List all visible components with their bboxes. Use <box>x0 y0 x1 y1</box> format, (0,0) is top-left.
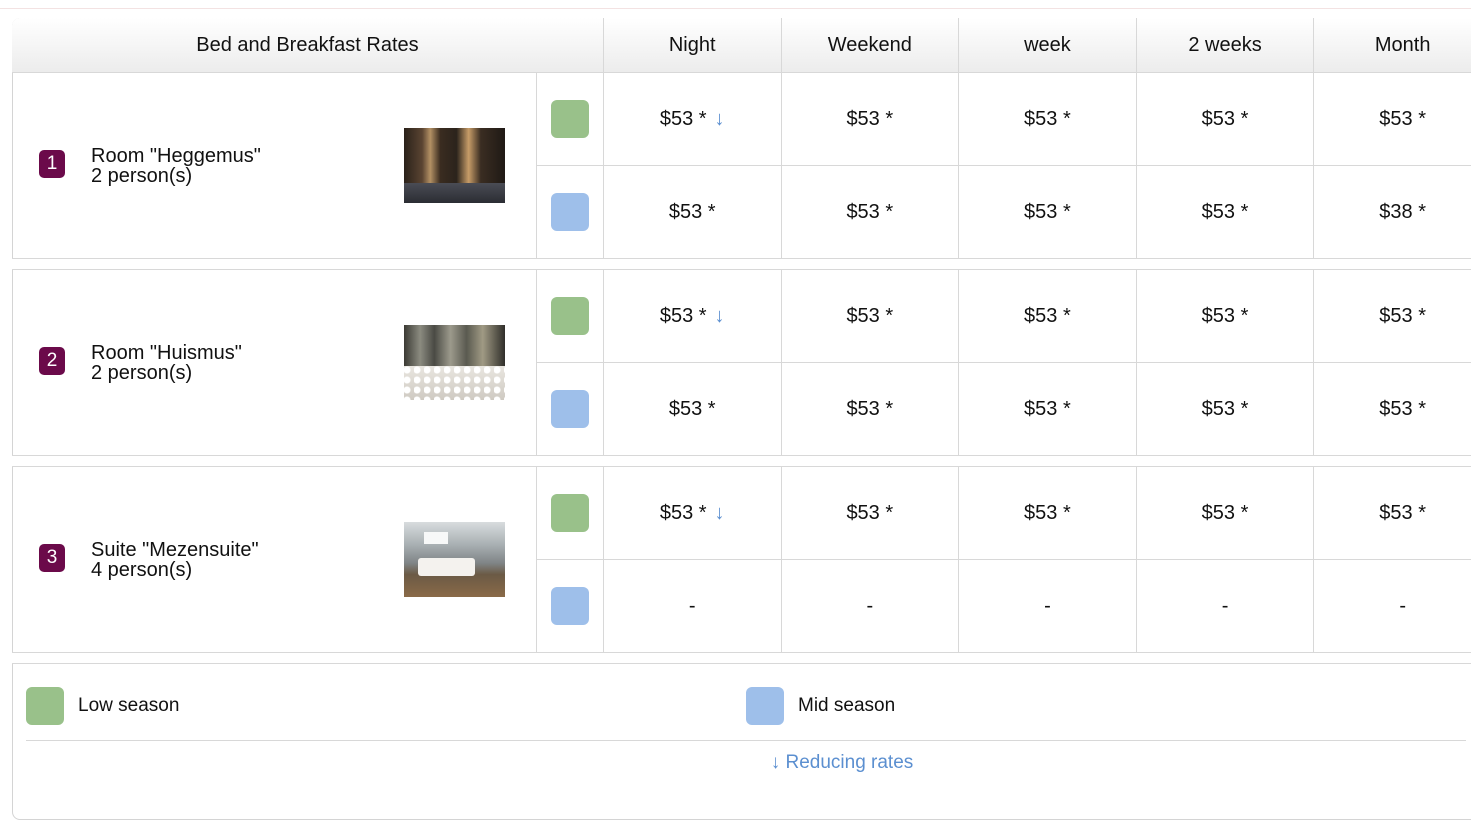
price-cell: $53 * <box>602 165 782 259</box>
reducing-arrow-icon: ↓ <box>714 501 725 524</box>
price-cell: $53 * <box>958 466 1137 560</box>
price-cell: $53 * <box>780 72 960 166</box>
mid-season-swatch <box>551 193 590 231</box>
season-cell <box>536 559 604 653</box>
price-cell: $38 * <box>1313 165 1471 259</box>
top-divider <box>0 0 1471 9</box>
reducing-arrow-icon: ↓ <box>714 107 725 130</box>
price-cell: $53 * <box>958 362 1137 456</box>
price-cell: - <box>1135 559 1315 653</box>
season-legend: Low season Mid season <box>26 686 1466 726</box>
price-cell: $53 * <box>958 165 1137 259</box>
price-cell: $53 * <box>1135 72 1315 166</box>
low-season-label: Low season <box>78 695 180 716</box>
table-title: Bed and Breakfast Rates <box>12 18 604 73</box>
mid-season-swatch <box>746 687 784 725</box>
mid-season-swatch <box>551 390 590 428</box>
price-cell: - <box>1313 559 1471 653</box>
rates-table: Bed and Breakfast Rates Night Weekend we… <box>12 18 1471 664</box>
legend-low-season: Low season <box>26 686 179 726</box>
room-photo-heggemus[interactable] <box>404 127 505 203</box>
price-cell: $53 * <box>1313 466 1471 560</box>
price-cell: $53 * <box>1135 362 1315 456</box>
row-spacer <box>12 455 1471 467</box>
price-cell: - <box>602 559 782 653</box>
price-cell: $53 * <box>780 165 960 259</box>
room-number-badge: 3 <box>39 543 65 572</box>
col-weekend: Weekend <box>780 18 960 73</box>
season-cell <box>536 269 604 363</box>
col-week: week <box>958 18 1137 73</box>
price-cell: $53 * <box>958 269 1137 363</box>
season-cell <box>536 165 604 259</box>
room-capacity: 4 person(s) <box>91 558 193 581</box>
low-season-swatch <box>551 100 590 138</box>
row-spacer <box>12 652 1471 664</box>
price-cell: $53 * <box>602 362 782 456</box>
price-cell: $53 * <box>1135 466 1315 560</box>
season-cell <box>536 72 604 166</box>
price-cell: $53 * ↓ <box>602 466 782 560</box>
row-spacer <box>12 258 1471 270</box>
col-night: Night <box>602 18 782 73</box>
price-cell: - <box>958 559 1137 653</box>
price-cell: $53 * <box>780 466 960 560</box>
price-cell: $53 * <box>780 269 960 363</box>
price-cell: $53 * <box>1313 72 1471 166</box>
low-season-swatch <box>26 687 64 725</box>
season-cell <box>536 362 604 456</box>
low-season-swatch <box>551 494 590 532</box>
room-cell: 1 Room "Heggemus" 2 person(s) <box>12 72 538 259</box>
low-season-swatch <box>551 297 590 335</box>
price-cell: $53 * <box>1313 269 1471 363</box>
legend-divider <box>26 740 1466 741</box>
reducing-rates-note: ↓ Reducing rates <box>770 752 914 773</box>
room-photo-mezensuite[interactable] <box>404 521 505 597</box>
room-name: Room "Heggemus" <box>91 144 261 167</box>
price-cell: $53 * ↓ <box>602 72 782 166</box>
price-cell: - <box>780 559 960 653</box>
room-photo-huismus[interactable] <box>404 324 505 400</box>
season-cell <box>536 466 604 560</box>
room-number-badge: 2 <box>39 346 65 375</box>
table-row: 2 Room "Huismus" 2 person(s) $53 * ↓ $53 … <box>12 269 1471 456</box>
room-cell: 2 Room "Huismus" 2 person(s) <box>12 269 538 456</box>
col-month: Month <box>1313 18 1471 73</box>
reducing-arrow-icon: ↓ <box>714 304 725 327</box>
mid-season-label: Mid season <box>798 695 896 716</box>
room-name: Room "Huismus" <box>91 341 242 364</box>
price-cell: $53 * <box>958 72 1137 166</box>
price-cell: $53 * ↓ <box>602 269 782 363</box>
header-row: Bed and Breakfast Rates Night Weekend we… <box>12 18 1471 73</box>
room-capacity: 2 person(s) <box>91 361 193 384</box>
legend-mid-season: Mid season <box>746 686 895 726</box>
room-capacity: 2 person(s) <box>91 164 193 187</box>
table-row: 1 Room "Heggemus" 2 person(s) $53 * ↓ $53… <box>12 72 1471 259</box>
room-number-badge: 1 <box>39 149 65 178</box>
price-cell: $53 * <box>1313 362 1471 456</box>
price-cell: $53 * <box>1135 165 1315 259</box>
col-2-weeks: 2 weeks <box>1135 18 1315 73</box>
mid-season-swatch <box>551 587 590 625</box>
price-cell: $53 * <box>1135 269 1315 363</box>
room-cell: 3 Suite "Mezensuite" 4 person(s) <box>12 466 538 653</box>
price-cell: $53 * <box>780 362 960 456</box>
room-name: Suite "Mezensuite" <box>91 538 259 561</box>
table-row: 3 Suite "Mezensuite" 4 person(s) $53 * ↓ … <box>12 466 1471 653</box>
